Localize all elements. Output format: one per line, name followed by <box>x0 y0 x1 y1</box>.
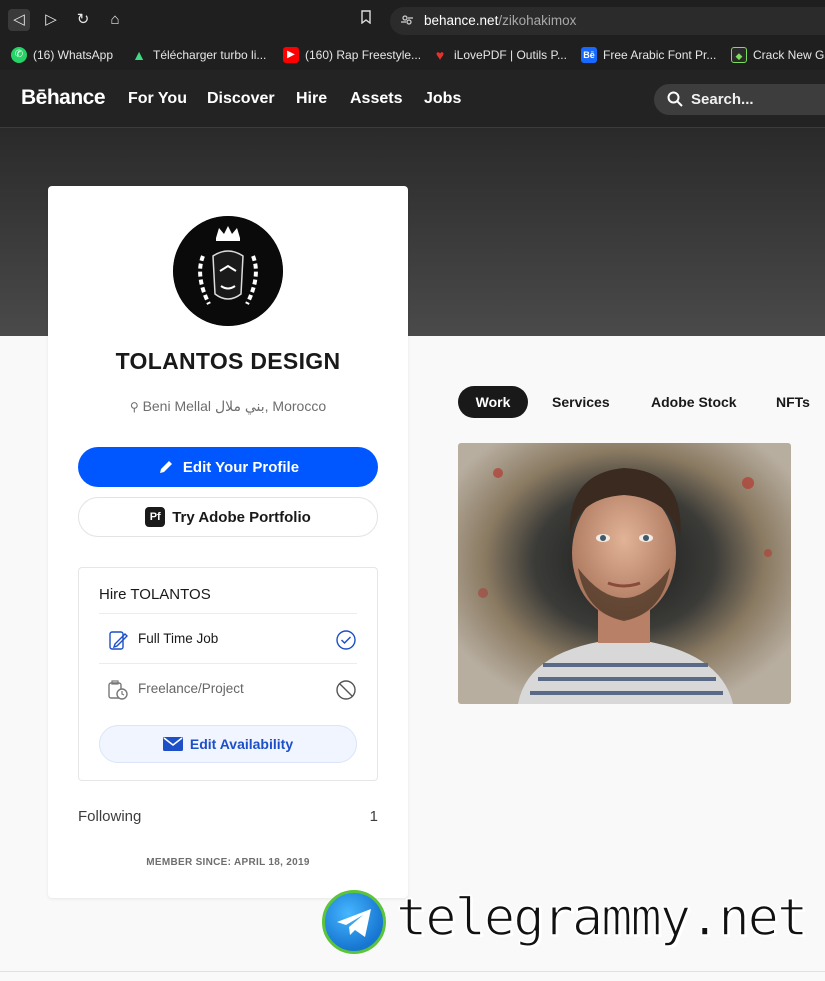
pencil-icon <box>159 461 172 473</box>
watermark-text: telegrammy.net <box>395 887 809 949</box>
page-divider <box>0 971 825 972</box>
android-icon: ▲ <box>132 47 146 63</box>
bookmark-turbo[interactable]: ▲ Télécharger turbo li... <box>131 45 266 65</box>
bookmark-arabic-font[interactable]: Bē Free Arabic Font Pr... <box>581 45 716 65</box>
envelope-icon <box>162 737 183 751</box>
search-input[interactable]: Search... <box>654 84 825 115</box>
hire-panel: Hire TOLANTOS Full Time Job Freelance/Pr… <box>78 567 378 781</box>
forward-button[interactable]: ▷ <box>40 9 62 31</box>
search-placeholder: Search... <box>691 91 754 108</box>
youtube-icon: ▶ <box>283 47 299 63</box>
tab-nfts[interactable]: NFTs <box>776 386 810 418</box>
adobe-portfolio-icon: Pf <box>145 507 166 527</box>
edit-profile-button[interactable]: Edit Your Profile <box>78 447 378 487</box>
telegram-logo-icon <box>322 890 386 954</box>
heart-icon: ♥ <box>435 47 445 63</box>
site-header: Bēhance For You Discover Hire Assets Job… <box>0 70 825 128</box>
shield-icon: ◆ <box>731 47 747 63</box>
hire-title: Hire TOLANTOS <box>99 586 211 603</box>
browser-toolbar: ◁ ▷ ↻ ⌂ behance.net/zikohakimox <box>0 0 825 40</box>
bookmark-crack[interactable]: ◆ Crack New Ga <box>731 45 825 65</box>
hire-option-freelance[interactable]: Freelance/Project <box>99 663 357 713</box>
project-thumbnail[interactable] <box>458 443 791 704</box>
nav-for-you[interactable]: For You <box>128 90 187 108</box>
address-bar[interactable]: behance.net/zikohakimox <box>390 7 825 35</box>
following-count[interactable]: 1 <box>370 808 378 825</box>
profile-location: ⚲ Beni Mellal بني ملال, Morocco <box>129 398 327 414</box>
tab-adobe-stock[interactable]: Adobe Stock <box>651 386 737 418</box>
member-since: MEMBER SINCE: APRIL 18, 2019 <box>146 857 310 868</box>
try-portfolio-button[interactable]: Pf Try Adobe Portfolio <box>78 497 378 537</box>
location-pin-icon: ⚲ <box>129 400 139 414</box>
nav-assets[interactable]: Assets <box>350 90 402 108</box>
reload-button[interactable]: ↻ <box>72 9 94 31</box>
unavailable-icon <box>336 680 356 700</box>
whatsapp-icon: ✆ <box>11 47 27 63</box>
url-text: behance.net/zikohakimox <box>424 13 577 28</box>
bookmark-ilovepdf[interactable]: ♥ iLovePDF | Outils P... <box>432 45 567 65</box>
clipboard-clock-icon <box>108 680 128 700</box>
nav-hire[interactable]: Hire <box>296 90 327 108</box>
bookmarks-bar: ✆ (16) WhatsApp ▲ Télécharger turbo li..… <box>0 40 825 70</box>
behance-logo[interactable]: Bēhance <box>21 86 106 110</box>
profile-name: TOLANTOS DESIGN <box>115 348 341 374</box>
profile-card: TOLANTOS DESIGN ⚲ Beni Mellal بني ملال, … <box>48 186 408 898</box>
bookmark-youtube[interactable]: ▶ (160) Rap Freestyle... <box>283 45 421 65</box>
hire-option-full-time[interactable]: Full Time Job <box>99 613 357 663</box>
check-circle-icon <box>336 630 356 650</box>
back-button[interactable]: ◁ <box>8 9 30 31</box>
site-info-icon[interactable] <box>400 13 414 30</box>
behance-icon: Bē <box>581 47 597 63</box>
nav-jobs[interactable]: Jobs <box>424 90 461 108</box>
edit-availability-button[interactable]: Edit Availability <box>99 725 357 763</box>
search-icon <box>667 91 683 107</box>
tab-services[interactable]: Services <box>552 386 610 418</box>
nav-discover[interactable]: Discover <box>207 90 275 108</box>
following-label[interactable]: Following <box>78 808 141 825</box>
contract-icon <box>109 631 128 650</box>
home-button[interactable]: ⌂ <box>104 9 126 31</box>
avatar[interactable] <box>173 216 283 326</box>
tab-work[interactable]: Work <box>458 386 528 418</box>
bookmark-whatsapp[interactable]: ✆ (16) WhatsApp <box>11 45 113 65</box>
bookmark-star-icon[interactable] <box>360 10 372 27</box>
